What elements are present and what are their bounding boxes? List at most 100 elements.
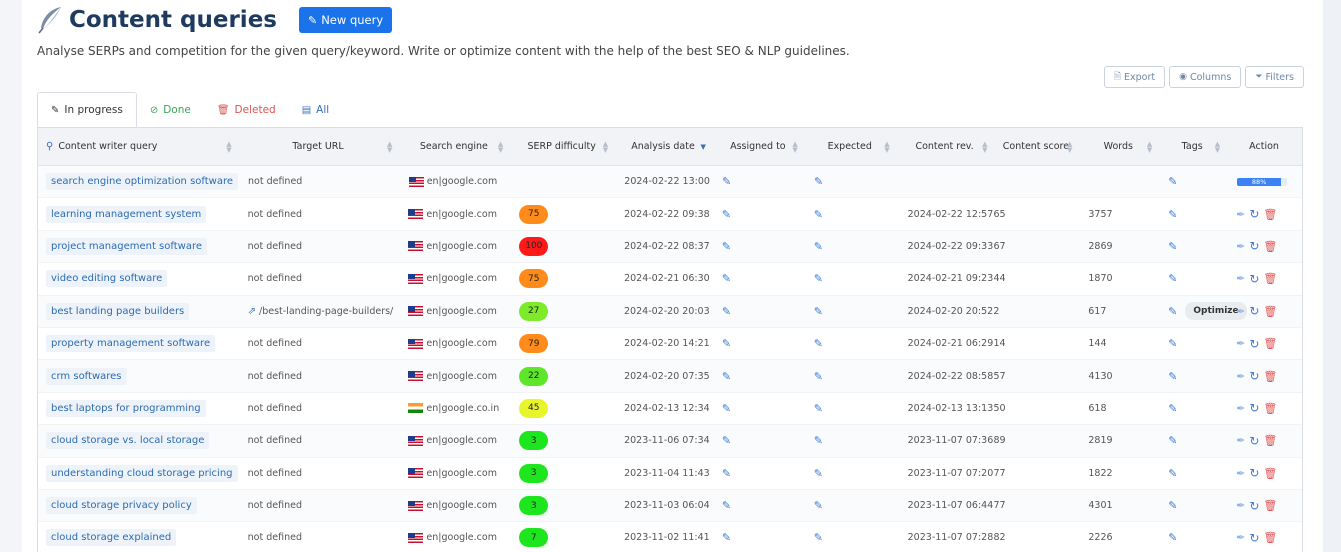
column-header-words[interactable]: Words ▲ ▼ <box>1078 128 1158 165</box>
delete-icon[interactable]: 🗑 <box>1263 305 1277 318</box>
refresh-icon[interactable]: ↻ <box>1249 369 1259 383</box>
delete-icon[interactable]: 🗑 <box>1263 208 1277 221</box>
edit-assignee-icon[interactable]: ✎ <box>722 240 731 253</box>
query-link[interactable]: crm softwares <box>46 367 127 385</box>
edit-expected-icon[interactable]: ✎ <box>814 337 823 350</box>
delete-icon[interactable]: 🗑 <box>1263 337 1277 350</box>
column-header-search-engine[interactable]: Search engine ▲ ▼ <box>398 128 509 165</box>
edit-tags-icon[interactable]: ✎ <box>1168 305 1177 318</box>
query-link[interactable]: search engine optimization software <box>46 173 239 191</box>
edit-tags-icon[interactable]: ✎ <box>1168 531 1177 544</box>
query-link[interactable]: project management software <box>46 237 207 255</box>
delete-icon[interactable]: 🗑 <box>1263 272 1277 285</box>
column-header-action[interactable]: Action <box>1226 128 1302 165</box>
write-feather-icon[interactable]: ✒ <box>1236 434 1245 447</box>
query-link[interactable]: property management software <box>46 335 216 353</box>
edit-tags-icon[interactable]: ✎ <box>1168 499 1177 512</box>
export-button[interactable]: 🗎 Export <box>1103 66 1166 88</box>
write-feather-icon[interactable]: ✒ <box>1236 467 1245 480</box>
column-header-assigned-to[interactable]: Assigned to ▲ ▼ <box>712 128 804 165</box>
query-link[interactable]: understanding cloud storage pricing <box>46 464 238 482</box>
edit-assignee-icon[interactable]: ✎ <box>722 305 731 318</box>
delete-icon[interactable]: 🗑 <box>1263 240 1277 253</box>
refresh-icon[interactable]: ↻ <box>1249 304 1259 318</box>
new-query-button[interactable]: ✎ New query <box>298 7 393 33</box>
query-link[interactable]: video editing software <box>46 270 168 288</box>
tab-deleted[interactable]: 🗑 Deleted <box>204 92 289 128</box>
sort-icon[interactable]: ▲ ▼ <box>226 140 231 153</box>
delete-icon[interactable]: 🗑 <box>1263 434 1277 447</box>
edit-assignee-icon[interactable]: ✎ <box>722 434 731 447</box>
sort-icon[interactable]: ▲ ▼ <box>498 140 503 153</box>
write-feather-icon[interactable]: ✒ <box>1236 337 1245 350</box>
query-link[interactable]: best landing page builders <box>46 302 190 320</box>
search-icon[interactable]: ⚲ <box>46 141 53 152</box>
edit-tags-icon[interactable]: ✎ <box>1168 402 1177 415</box>
refresh-icon[interactable]: ↻ <box>1249 499 1259 513</box>
edit-assignee-icon[interactable]: ✎ <box>722 337 731 350</box>
tab-in-progress[interactable]: ✎ In progress <box>37 92 137 128</box>
column-header-analysis-date[interactable]: Analysis date ▼ <box>614 128 712 165</box>
edit-tags-icon[interactable]: ✎ <box>1168 370 1177 383</box>
delete-icon[interactable]: 🗑 <box>1263 467 1277 480</box>
edit-expected-icon[interactable]: ✎ <box>814 370 823 383</box>
edit-expected-icon[interactable]: ✎ <box>814 434 823 447</box>
edit-expected-icon[interactable]: ✎ <box>814 467 823 480</box>
sort-icon[interactable]: ▼ <box>701 143 706 150</box>
write-feather-icon[interactable]: ✒ <box>1236 305 1245 318</box>
column-header-expected[interactable]: Expected ▲ ▼ <box>804 128 896 165</box>
sort-icon[interactable]: ▲ ▼ <box>792 140 797 153</box>
refresh-icon[interactable]: ↻ <box>1249 272 1259 286</box>
delete-icon[interactable]: 🗑 <box>1263 370 1277 383</box>
edit-assignee-icon[interactable]: ✎ <box>722 208 731 221</box>
query-link[interactable]: cloud storage explained <box>46 529 177 547</box>
edit-tags-icon[interactable]: ✎ <box>1168 467 1177 480</box>
edit-expected-icon[interactable]: ✎ <box>814 499 823 512</box>
edit-tags-icon[interactable]: ✎ <box>1168 434 1177 447</box>
edit-assignee-icon[interactable]: ✎ <box>722 175 731 188</box>
edit-tags-icon[interactable]: ✎ <box>1168 175 1177 188</box>
edit-expected-icon[interactable]: ✎ <box>814 272 823 285</box>
query-link[interactable]: learning management system <box>46 205 207 223</box>
delete-icon[interactable]: 🗑 <box>1263 402 1277 415</box>
column-header-tags[interactable]: Tags ▲ ▼ <box>1158 128 1226 165</box>
write-feather-icon[interactable]: ✒ <box>1236 499 1245 512</box>
write-feather-icon[interactable]: ✒ <box>1236 240 1245 253</box>
column-header-serp-difficulty[interactable]: SERP difficulty ▲ ▼ <box>509 128 614 165</box>
edit-expected-icon[interactable]: ✎ <box>814 208 823 221</box>
external-link-icon[interactable]: ⇗ <box>248 306 256 317</box>
refresh-icon[interactable]: ↻ <box>1249 239 1259 253</box>
sort-icon[interactable]: ▲ ▼ <box>603 140 608 153</box>
columns-button[interactable]: ◉ Columns <box>1169 66 1242 88</box>
edit-tags-icon[interactable]: ✎ <box>1168 208 1177 221</box>
edit-assignee-icon[interactable]: ✎ <box>722 531 731 544</box>
target-url[interactable]: /best-landing-page-builders/ <box>259 306 393 317</box>
edit-tags-icon[interactable]: ✎ <box>1168 337 1177 350</box>
delete-icon[interactable]: 🗑 <box>1263 531 1277 544</box>
refresh-icon[interactable]: ↻ <box>1249 401 1259 415</box>
sort-icon[interactable]: ▲ ▼ <box>387 140 392 153</box>
write-feather-icon[interactable]: ✒ <box>1236 402 1245 415</box>
sort-icon[interactable]: ▲ ▼ <box>1215 140 1220 153</box>
column-header-target-url[interactable]: Target URL ▲ ▼ <box>238 128 399 165</box>
edit-tags-icon[interactable]: ✎ <box>1168 272 1177 285</box>
sort-icon[interactable]: ▲ ▼ <box>884 140 889 153</box>
delete-icon[interactable]: 🗑 <box>1263 499 1277 512</box>
query-link[interactable]: cloud storage privacy policy <box>46 497 197 515</box>
edit-expected-icon[interactable]: ✎ <box>814 240 823 253</box>
edit-tags-icon[interactable]: ✎ <box>1168 240 1177 253</box>
edit-expected-icon[interactable]: ✎ <box>814 305 823 318</box>
edit-assignee-icon[interactable]: ✎ <box>722 402 731 415</box>
column-header-content-rev[interactable]: Content rev. ▲ ▼ <box>896 128 994 165</box>
filters-button[interactable]: ⏷ Filters <box>1245 66 1304 88</box>
refresh-icon[interactable]: ↻ <box>1249 337 1259 351</box>
refresh-icon[interactable]: ↻ <box>1249 207 1259 221</box>
edit-expected-icon[interactable]: ✎ <box>814 402 823 415</box>
query-link[interactable]: cloud storage vs. local storage <box>46 432 210 450</box>
sort-icon[interactable]: ▲ ▼ <box>982 140 987 153</box>
tab-done[interactable]: ⊘ Done <box>137 92 204 128</box>
refresh-icon[interactable]: ↻ <box>1249 531 1259 545</box>
write-feather-icon[interactable]: ✒ <box>1236 531 1245 544</box>
query-link[interactable]: best laptops for programming <box>46 399 206 417</box>
column-header-query[interactable]: ⚲ Content writer query ▲ ▼ <box>38 128 238 165</box>
